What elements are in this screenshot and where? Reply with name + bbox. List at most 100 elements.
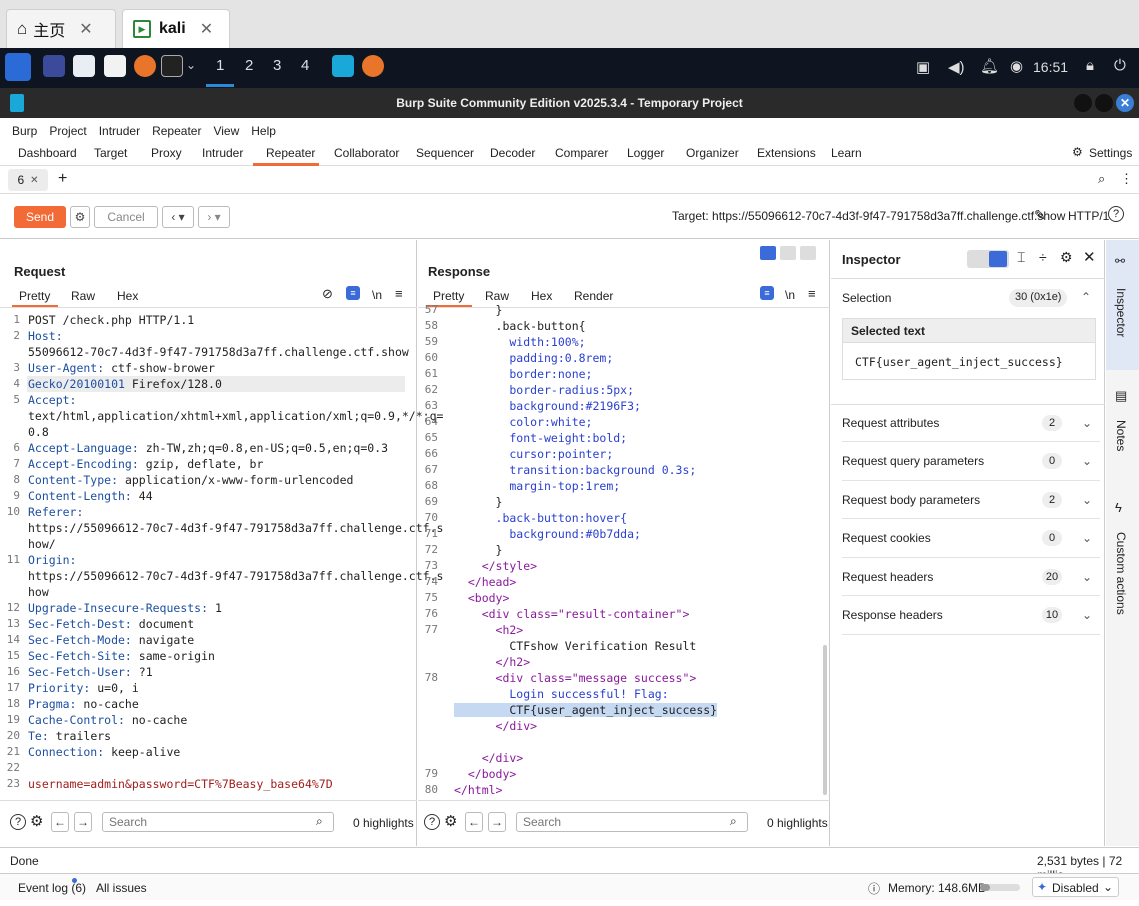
tab-dashboard[interactable]: Dashboard bbox=[18, 146, 77, 160]
browser-tab-home[interactable]: ⌂ 主页 ✕ bbox=[6, 9, 116, 48]
inspector-section[interactable]: Request body parameters 2 ⌄ bbox=[842, 481, 1100, 519]
burp-icon[interactable] bbox=[332, 55, 354, 77]
next-match-button[interactable]: → bbox=[74, 812, 92, 832]
desktop-icon[interactable] bbox=[43, 55, 65, 77]
menu-icon[interactable]: ≡ bbox=[808, 286, 816, 301]
menu-icon[interactable]: ≡ bbox=[395, 286, 403, 301]
eye-off-icon[interactable]: ⊘ bbox=[322, 286, 333, 302]
tab-extensions[interactable]: Extensions bbox=[757, 146, 816, 160]
search-input[interactable] bbox=[102, 812, 334, 832]
text-editor-icon[interactable] bbox=[104, 55, 126, 77]
repeater-tab-6[interactable]: 6 ✕ bbox=[8, 169, 48, 191]
ai-toggle[interactable]: ✦ Disabled ⌄ bbox=[1032, 877, 1119, 897]
close-window-button[interactable]: ✕ bbox=[1116, 94, 1134, 112]
response-editor[interactable]: 57 } 58 .back-button{59 width:100%; 60 pad… bbox=[418, 302, 822, 798]
power-icon[interactable]: ◉ bbox=[1010, 57, 1023, 75]
side-tab-notes[interactable]: ▤ Notes bbox=[1106, 380, 1139, 470]
gear-icon[interactable]: ⚙ bbox=[30, 812, 43, 830]
maximize-button[interactable] bbox=[1095, 94, 1113, 112]
side-tab-inspector[interactable]: ⚯ Inspector bbox=[1106, 240, 1139, 370]
volume-icon[interactable]: ◀) bbox=[948, 58, 965, 76]
tab-organizer[interactable]: Organizer bbox=[686, 146, 739, 160]
forward-button[interactable]: › ▾ bbox=[198, 206, 230, 228]
inspector-section[interactable]: Request query parameters 0 ⌄ bbox=[842, 443, 1100, 481]
menu-burp[interactable]: Burp bbox=[12, 124, 37, 138]
help-icon[interactable]: ? bbox=[10, 814, 26, 830]
help-icon[interactable]: ? bbox=[1108, 206, 1124, 222]
menu-repeater[interactable]: Repeater bbox=[152, 124, 201, 138]
workspace-4[interactable]: 4 bbox=[301, 57, 309, 74]
inspector-section[interactable]: Response headers 10 ⌄ bbox=[842, 597, 1100, 635]
firefox-icon[interactable] bbox=[134, 55, 156, 77]
tab-collaborator[interactable]: Collaborator bbox=[334, 146, 399, 160]
kali-menu-icon[interactable] bbox=[5, 53, 31, 81]
all-issues-button[interactable]: All issues bbox=[96, 881, 147, 895]
tab-proxy[interactable]: Proxy bbox=[151, 146, 182, 160]
tab-raw[interactable]: Raw bbox=[71, 289, 95, 303]
inspector-section[interactable]: Request headers 20 ⌄ bbox=[842, 558, 1100, 596]
prev-match-button[interactable]: ← bbox=[465, 812, 483, 832]
back-button[interactable]: ‹ ▾ bbox=[162, 206, 194, 228]
screen-icon[interactable]: ▣ bbox=[916, 58, 930, 76]
request-editor[interactable]: 1 POST /check.php HTTP/1.1 2 Host: 55096612-… bbox=[0, 312, 444, 802]
layout-horizontal-icon[interactable] bbox=[780, 246, 796, 260]
tab-comparer[interactable]: Comparer bbox=[555, 146, 608, 160]
minimize-button[interactable] bbox=[1074, 94, 1092, 112]
http-version[interactable]: HTTP/1 bbox=[1068, 209, 1109, 223]
tab-sequencer[interactable]: Sequencer bbox=[416, 146, 474, 160]
wrap-icon[interactable]: ≡ bbox=[346, 286, 360, 300]
gear-icon[interactable]: ⚙ bbox=[1072, 145, 1083, 159]
tab-pretty[interactable]: Pretty bbox=[433, 289, 464, 303]
expand-all-icon[interactable]: ⌶ bbox=[1017, 249, 1025, 266]
layout-single-icon[interactable] bbox=[800, 246, 816, 260]
gear-icon[interactable]: ⚙ bbox=[444, 812, 457, 830]
logout-icon[interactable]: ⏻ bbox=[1114, 57, 1126, 74]
tab-learn[interactable]: Learn bbox=[831, 146, 862, 160]
menu-intruder[interactable]: Intruder bbox=[99, 124, 140, 138]
workspace-3[interactable]: 3 bbox=[273, 57, 281, 74]
prev-match-button[interactable]: ← bbox=[51, 812, 69, 832]
menu-help[interactable]: Help bbox=[251, 124, 276, 138]
add-tab-icon[interactable]: + bbox=[58, 170, 67, 188]
workspace-1[interactable]: 1 bbox=[216, 57, 224, 74]
more-icon[interactable]: ⋮ bbox=[1120, 171, 1133, 187]
tab-target[interactable]: Target bbox=[94, 146, 127, 160]
inspector-section[interactable]: Request cookies 0 ⌄ bbox=[842, 520, 1100, 558]
inspector-section[interactable]: Request attributes 2 ⌄ bbox=[842, 404, 1100, 442]
search-input[interactable] bbox=[516, 812, 748, 832]
tab-render[interactable]: Render bbox=[574, 289, 613, 303]
browser-tab-kali[interactable]: ▶ kali ✕ bbox=[122, 9, 230, 48]
file-manager-icon[interactable] bbox=[73, 55, 95, 77]
tab-repeater[interactable]: Repeater bbox=[266, 146, 315, 160]
menu-view[interactable]: View bbox=[213, 124, 239, 138]
tab-raw[interactable]: Raw bbox=[485, 289, 509, 303]
cancel-button[interactable]: Cancel bbox=[94, 206, 158, 228]
side-tab-custom-actions[interactable]: ϟ Custom actions bbox=[1106, 492, 1139, 632]
chevron-up-icon[interactable]: ⌃ bbox=[1081, 290, 1091, 304]
tab-hex[interactable]: Hex bbox=[117, 289, 138, 303]
bell-icon[interactable]: 🔔︎ bbox=[980, 57, 999, 75]
gear-icon[interactable]: ⚙ bbox=[1060, 249, 1073, 266]
newline-toggle[interactable]: \n bbox=[785, 288, 795, 302]
help-icon[interactable]: ? bbox=[424, 814, 440, 830]
close-icon[interactable]: ✕ bbox=[1083, 248, 1096, 266]
scrollbar[interactable] bbox=[823, 645, 827, 795]
close-icon[interactable]: ✕ bbox=[79, 19, 92, 39]
edit-icon[interactable]: ✎ bbox=[1034, 207, 1046, 224]
tab-pretty[interactable]: Pretty bbox=[19, 289, 50, 303]
send-button[interactable]: Send bbox=[14, 206, 66, 228]
layout-split-icon[interactable] bbox=[760, 246, 776, 260]
event-log-button[interactable]: Event log (6) bbox=[18, 881, 86, 895]
tab-intruder[interactable]: Intruder bbox=[202, 146, 243, 160]
next-match-button[interactable]: → bbox=[488, 812, 506, 832]
terminal-icon[interactable] bbox=[161, 55, 183, 77]
chevron-down-icon[interactable]: ⌄ bbox=[186, 58, 196, 72]
settings-button[interactable]: Settings bbox=[1089, 146, 1132, 160]
gear-icon[interactable]: ⚙ bbox=[70, 206, 90, 228]
tab-logger[interactable]: Logger bbox=[627, 146, 664, 160]
close-icon[interactable]: ✕ bbox=[30, 175, 38, 186]
close-icon[interactable]: ✕ bbox=[200, 19, 213, 39]
firefox-window-icon[interactable] bbox=[362, 55, 384, 77]
tab-hex[interactable]: Hex bbox=[531, 289, 552, 303]
newline-toggle[interactable]: \n bbox=[372, 288, 382, 302]
